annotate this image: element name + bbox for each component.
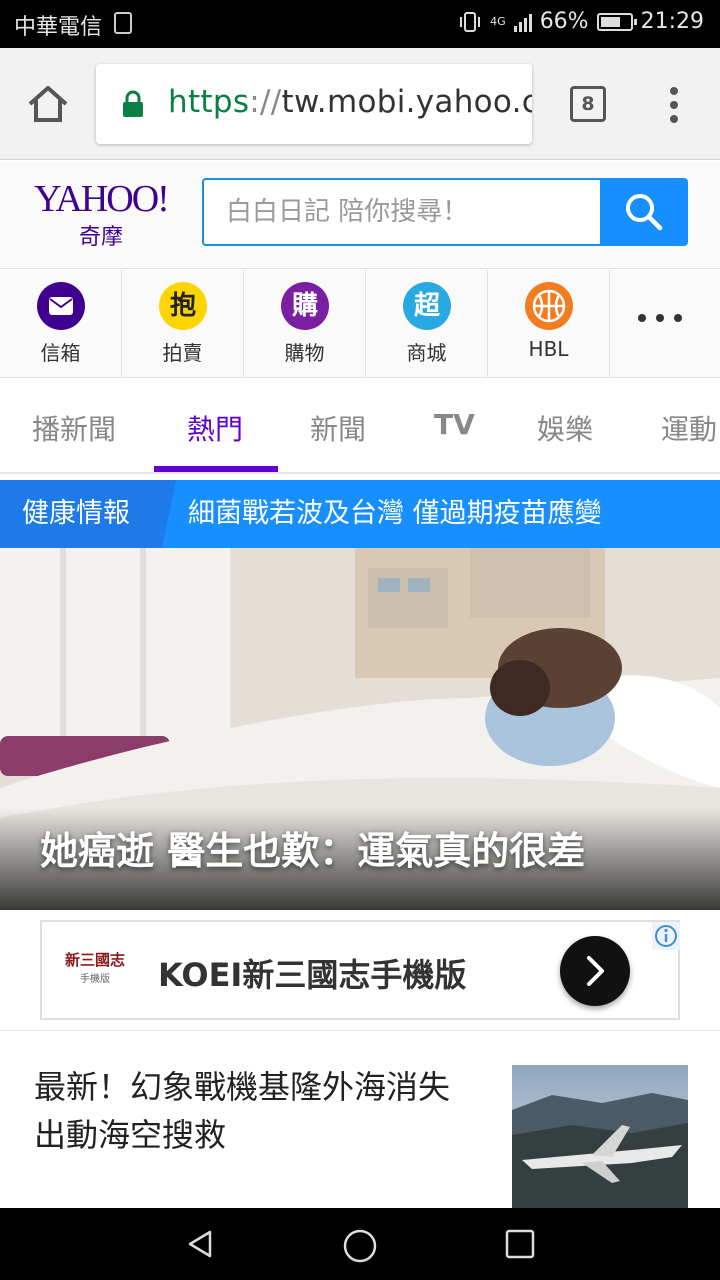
clock: 21:29: [640, 9, 704, 34]
app-label: 信箱: [40, 341, 81, 365]
battery-icon: [596, 12, 637, 31]
browser-toolbar: https://tw.mobi.yahoo.cc 8: [0, 48, 720, 160]
network-type: 4G: [490, 15, 506, 28]
topic-headline: 細菌戰若波及台灣 僅過期疫苗應變: [188, 498, 602, 529]
app-shortcuts: 信箱 抱 拍賣 購 購物 超 商城 HBL: [0, 270, 720, 378]
auction-icon: 抱: [159, 282, 207, 330]
jet-image: [512, 1093, 688, 1215]
battery-percent: 66%: [539, 9, 589, 34]
overflow-menu-icon[interactable]: [664, 84, 684, 128]
more-apps-button[interactable]: [610, 270, 720, 378]
mail-icon: [37, 282, 85, 330]
ad-info-icon[interactable]: [652, 922, 680, 950]
topic-banner[interactable]: 健康情報 細菌戰若波及台灣 僅過期疫苗應變: [0, 480, 720, 548]
status-bar: 中華電信 4G 66% 21:29: [0, 0, 720, 48]
carrier-name: 中華電信: [14, 15, 103, 40]
system-nav-bar: [0, 1208, 720, 1280]
search-input[interactable]: [202, 178, 602, 246]
lock-icon: [123, 90, 143, 117]
recents-icon[interactable]: [504, 1228, 536, 1260]
site-header: YAHOO! 奇摩: [0, 161, 720, 269]
home-icon[interactable]: [24, 82, 72, 126]
news-item[interactable]: 最新！幻象戰機基隆外海消失 出動海空搜救: [0, 1030, 720, 1215]
ad-logo: 新三國志 手機版: [64, 951, 125, 985]
tab-tv[interactable]: TV: [434, 408, 475, 441]
basketball-icon: [525, 282, 573, 330]
shopping-icon: 購: [281, 282, 329, 330]
tab-news[interactable]: 新聞: [310, 408, 366, 448]
upload-icon: [114, 12, 132, 34]
hero-story[interactable]: 她癌逝 醫生也歎：運氣真的很差: [0, 548, 720, 910]
news-thumbnail: [512, 1065, 688, 1215]
home-nav-icon[interactable]: [342, 1228, 378, 1264]
tab-popular[interactable]: 熱門: [187, 408, 243, 448]
tabs-icon[interactable]: 8: [570, 86, 606, 122]
ad-banner[interactable]: 新三國志 手機版 KOEI新三國志手機版: [40, 920, 680, 1020]
news-title: 最新！幻象戰機基隆外海消失 出動海空搜救: [34, 1068, 451, 1154]
topic-tag: 健康情報: [0, 480, 176, 548]
tab-entertainment[interactable]: 娛樂: [537, 408, 593, 448]
app-shopping[interactable]: 購 購物: [244, 270, 366, 378]
app-label: 拍賣: [162, 341, 203, 365]
back-icon[interactable]: [184, 1228, 216, 1260]
mall-icon: 超: [403, 282, 451, 330]
tab-news-broadcast[interactable]: 播新聞: [32, 408, 116, 448]
app-label: HBL: [528, 337, 569, 361]
app-mall[interactable]: 超 商城: [366, 270, 488, 378]
ad-title: KOEI新三國志手機版: [158, 956, 467, 994]
address-bar[interactable]: https://tw.mobi.yahoo.cc: [96, 64, 532, 144]
url-text: https://tw.mobi.yahoo.cc: [168, 84, 532, 120]
app-auction[interactable]: 抱 拍賣: [122, 270, 244, 378]
app-mail[interactable]: 信箱: [0, 270, 122, 378]
yahoo-logo[interactable]: YAHOO! 奇摩: [26, 177, 176, 251]
signal-icon: [513, 12, 532, 32]
more-icon: [638, 314, 682, 322]
hero-caption: 她癌逝 醫生也歎：運氣真的很差: [40, 829, 586, 873]
search-icon: [626, 194, 663, 231]
category-tabs: 播新聞 熱門 新聞 TV 娛樂 運動: [0, 378, 720, 474]
app-hbl[interactable]: HBL: [488, 270, 610, 378]
app-label: 購物: [284, 341, 325, 365]
tab-sports[interactable]: 運動: [661, 408, 717, 448]
search-button[interactable]: [600, 178, 688, 246]
active-tab-indicator: [154, 466, 278, 472]
vibrate-icon: [460, 11, 481, 32]
app-label: 商城: [406, 341, 447, 365]
chevron-right-icon: [587, 956, 604, 986]
ad-open-button[interactable]: [560, 936, 630, 1006]
